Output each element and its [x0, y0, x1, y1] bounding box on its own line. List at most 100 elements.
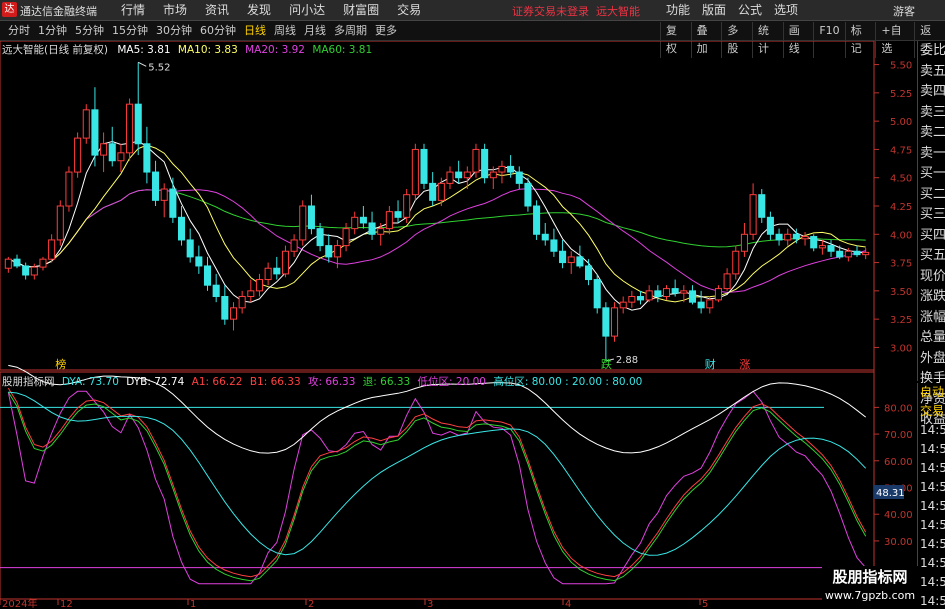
period-tab-9[interactable]: 多周期 — [330, 21, 371, 41]
side-label-15[interactable]: 外盘 — [918, 349, 945, 370]
candle-body-56 — [489, 171, 497, 179]
trade-label-5[interactable]: 14:56 — [918, 478, 945, 497]
period-tab-6[interactable]: 日线 — [240, 21, 270, 41]
side-label-11[interactable]: 现价 — [918, 267, 945, 288]
menu-wealth[interactable]: 财富圈 — [334, 0, 388, 21]
price-label-0: 5.50 — [890, 61, 912, 72]
side-label-12[interactable]: 涨跌 — [918, 287, 945, 308]
trade-label-2[interactable]: 14:56 — [918, 421, 945, 440]
side-label-1[interactable]: 卖五 — [918, 62, 945, 83]
candle-body-61 — [533, 205, 541, 235]
candle-body-53 — [463, 171, 471, 179]
period-tab-4[interactable]: 30分钟 — [152, 21, 196, 41]
x-label-5: 4 — [565, 599, 571, 609]
side-label-6[interactable]: 买一 — [918, 164, 945, 185]
trade-label-0[interactable]: 自动 — [918, 383, 945, 402]
menu-discover[interactable]: 发现 — [238, 0, 280, 21]
ma20-value: MA20: 3.92 — [245, 44, 305, 56]
trade-label-1[interactable]: 交易 — [918, 402, 945, 421]
side-label-7[interactable]: 买二 — [918, 185, 945, 206]
menu-layout[interactable]: 版面 — [696, 0, 732, 21]
menu-options[interactable]: 选项 — [768, 0, 804, 21]
period-tab-3[interactable]: 15分钟 — [108, 21, 152, 41]
high-label: 5.52 — [148, 62, 170, 73]
candle-body-2 — [22, 265, 30, 276]
candle-body-10 — [91, 109, 99, 156]
price-label-8: 3.50 — [890, 287, 912, 298]
chart-area[interactable]: 5.50 5.25 5.00 4.75 4.50 4.25 4.00 3.75 3.50 3.25… — [0, 41, 945, 609]
candle-body-91 — [792, 233, 800, 240]
menu-formula[interactable]: 公式 — [732, 0, 768, 21]
menu-ask[interactable]: 问小达 — [280, 0, 334, 21]
trade-label-6[interactable]: 14:56 — [918, 497, 945, 516]
ma5-value: MA5: 3.81 — [117, 44, 171, 56]
indicator-frame — [0, 371, 875, 600]
candle-body-11 — [100, 143, 108, 156]
guest-label[interactable]: 游客 — [893, 3, 915, 19]
candle-body-4 — [39, 258, 47, 268]
candle-body-15 — [134, 103, 142, 145]
menu-news[interactable]: 资讯 — [196, 0, 238, 21]
trade-label-11[interactable]: 14:56 — [918, 592, 945, 609]
trade-label-9[interactable]: 14:56 — [918, 554, 945, 573]
candle-body-65 — [567, 256, 575, 264]
indicator-legend: 股朋指标网 DYA: 73.70 DYB: 72.74 A1: 66.22 B1… — [2, 374, 642, 389]
trade-label-3[interactable]: 14:56 — [918, 440, 945, 459]
side-label-8[interactable]: 买三 — [918, 205, 945, 226]
price-label-6: 4.00 — [890, 230, 912, 241]
kline-chart[interactable]: 5.50 5.25 5.00 4.75 4.50 4.25 4.00 3.75 3.50 3.25… — [0, 41, 917, 609]
period-tab-1[interactable]: 1分钟 — [34, 21, 71, 41]
menu-trade[interactable]: 交易 — [388, 0, 430, 21]
trade-label-4[interactable]: 14:56 — [918, 459, 945, 478]
candle-body-32 — [281, 250, 289, 275]
period-tab-2[interactable]: 5分钟 — [71, 21, 108, 41]
login-notice[interactable]: 证券交易未登录 远大智能 — [512, 3, 640, 19]
ind-label-5: 30.00 — [884, 537, 913, 548]
candle-body-54 — [472, 148, 480, 173]
side-label-10[interactable]: 买五 — [918, 246, 945, 267]
candle-body-43 — [377, 228, 385, 235]
candle-body-37 — [325, 245, 333, 258]
candle-body-92 — [801, 236, 809, 240]
x-label-0: 2024年 — [2, 597, 37, 609]
watermark: 股朋指标网 www.7gpzb.com — [822, 566, 918, 609]
side-label-0[interactable]: 委比 — [918, 41, 945, 62]
period-tab-10[interactable]: 更多 — [371, 21, 401, 41]
candle-body-68 — [593, 279, 601, 309]
trade-label-7[interactable]: 14:56 — [918, 516, 945, 535]
menu-quotes[interactable]: 行情 — [112, 0, 154, 21]
side-label-2[interactable]: 卖四 — [918, 82, 945, 103]
x-label-2: 1 — [190, 599, 196, 609]
indicator-name: 股朋指标网 — [2, 376, 55, 388]
watermark-title: 股朋指标网 — [832, 568, 908, 586]
menu-function[interactable]: 功能 — [660, 0, 696, 21]
quote-side-panel: 委比 卖五 卖四 卖三 卖二 卖一 买一 买二 买三 买四 买五 现价 涨跌 涨幅 总量 外盘 换手 净资 收益 — [917, 41, 945, 427]
side-label-5[interactable]: 卖一 — [918, 144, 945, 165]
candle-body-60 — [524, 182, 532, 207]
candle-body-16 — [143, 143, 151, 173]
candle-body-5 — [48, 239, 56, 260]
price-label-4: 4.50 — [890, 174, 912, 185]
menu-market[interactable]: 市场 — [154, 0, 196, 21]
side-label-14[interactable]: 总量 — [918, 328, 945, 349]
side-label-3[interactable]: 卖三 — [918, 103, 945, 124]
candle-body-70 — [610, 307, 619, 337]
period-tab-0[interactable]: 分时 — [4, 21, 34, 41]
period-tab-7[interactable]: 周线 — [270, 21, 300, 41]
side-label-13[interactable]: 涨幅 — [918, 308, 945, 329]
candle-body-24 — [212, 284, 220, 298]
period-tab-8[interactable]: 月线 — [300, 21, 330, 41]
candle-body-48 — [420, 148, 428, 184]
period-tab-5[interactable]: 60分钟 — [196, 21, 240, 41]
trade-label-8[interactable]: 14:56 — [918, 535, 945, 554]
candle-body-88 — [766, 216, 774, 235]
side-label-4[interactable]: 卖二 — [918, 123, 945, 144]
signal-marker-3: 涨 — [739, 358, 750, 371]
candle-body-45 — [394, 211, 402, 218]
candle-body-50 — [437, 182, 445, 201]
price-label-5: 4.25 — [890, 202, 912, 213]
trade-label-10[interactable]: 14:56 — [918, 573, 945, 592]
side-label-9[interactable]: 买四 — [918, 226, 945, 247]
candle-body-41 — [359, 216, 367, 224]
candle-body-96 — [836, 250, 844, 258]
